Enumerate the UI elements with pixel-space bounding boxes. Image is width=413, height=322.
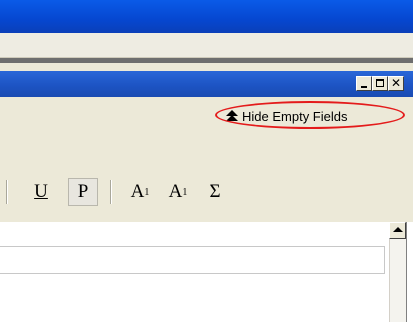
window-frame bbox=[406, 222, 413, 322]
arrow-up-icon bbox=[393, 227, 403, 232]
close-icon: ✕ bbox=[390, 76, 402, 90]
superscript-button[interactable]: A1 bbox=[126, 178, 154, 206]
close-button[interactable]: ✕ bbox=[388, 76, 404, 91]
outer-window-menubar bbox=[0, 33, 413, 58]
plain-text-button[interactable]: P bbox=[68, 178, 98, 206]
sum-button[interactable]: Σ bbox=[202, 178, 228, 206]
minimize-icon bbox=[361, 86, 367, 88]
superscript-mark: 1 bbox=[144, 186, 150, 198]
double-up-arrow-icon bbox=[226, 110, 238, 121]
scrollbar-track[interactable] bbox=[389, 239, 406, 322]
inner-window-titlebar bbox=[0, 71, 413, 97]
toolbar-separator bbox=[6, 180, 8, 204]
text-field[interactable] bbox=[0, 246, 385, 274]
maximize-icon bbox=[376, 79, 384, 87]
outer-window-titlebar bbox=[0, 0, 413, 33]
toolbar-separator bbox=[110, 180, 112, 204]
subscript-mark: 1 bbox=[182, 186, 188, 198]
minimize-button[interactable] bbox=[356, 76, 372, 91]
maximize-button[interactable] bbox=[372, 76, 388, 91]
scroll-up-button[interactable] bbox=[389, 222, 406, 239]
underline-button[interactable]: U bbox=[28, 178, 54, 206]
hide-empty-fields-button[interactable]: Hide Empty Fields bbox=[226, 107, 347, 125]
subscript-button[interactable]: A1 bbox=[164, 178, 192, 206]
hide-empty-fields-label: Hide Empty Fields bbox=[242, 108, 348, 124]
subscript-base: A bbox=[168, 181, 183, 202]
background-strip bbox=[0, 63, 413, 71]
superscript-base: A bbox=[130, 181, 145, 202]
